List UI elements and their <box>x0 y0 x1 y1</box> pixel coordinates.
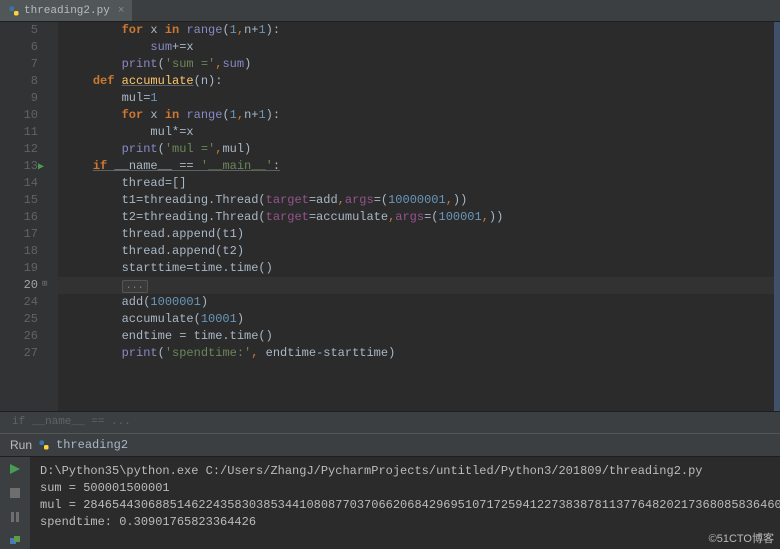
run-toolbar <box>0 457 30 549</box>
run-panel-header: Run threading2 <box>0 433 780 457</box>
code-line[interactable]: starttime=time.time() <box>58 260 774 277</box>
code-line[interactable]: for x in range(1,n+1): <box>58 22 774 39</box>
python-file-icon <box>8 5 20 17</box>
code-line[interactable]: endtime = time.time() <box>58 328 774 345</box>
code-line[interactable]: print('mul =',mul) <box>58 141 774 158</box>
code-line[interactable]: sum+=x <box>58 39 774 56</box>
line-number[interactable]: 15 <box>0 192 38 209</box>
code-line[interactable]: add(1000001) <box>58 294 774 311</box>
code-line[interactable]: for x in range(1,n+1): <box>58 107 774 124</box>
line-number[interactable]: 11 <box>0 124 38 141</box>
tab-filename: threading2.py <box>24 5 110 17</box>
fold-expand-icon[interactable]: ⊞ <box>42 279 47 289</box>
line-number[interactable]: 24 <box>0 294 38 311</box>
line-number[interactable]: 27 <box>0 345 38 362</box>
line-number[interactable]: 10 <box>0 107 38 124</box>
pause-button[interactable] <box>7 509 23 525</box>
file-tab[interactable]: threading2.py × <box>0 0 133 21</box>
editor-tab-bar: threading2.py × <box>0 0 780 22</box>
gutter: 56789101112▶13141516171819 ⊞ 2024252627 <box>0 22 58 411</box>
line-number[interactable]: 16 <box>0 209 38 226</box>
line-number[interactable]: 18 <box>0 243 38 260</box>
code-line[interactable]: thread.append(t2) <box>58 243 774 260</box>
run-config-name: threading2 <box>56 438 128 452</box>
line-number[interactable]: 17 <box>0 226 38 243</box>
code-area[interactable]: for x in range(1,n+1): sum+=x print('sum… <box>58 22 774 411</box>
line-number[interactable]: 26 <box>0 328 38 345</box>
close-tab-icon[interactable]: × <box>118 5 125 17</box>
stop-button[interactable] <box>7 485 23 501</box>
line-number[interactable]: 5 <box>0 22 38 39</box>
code-line[interactable]: mul=1 <box>58 90 774 107</box>
console-output[interactable]: D:\Python35\python.exe C:/Users/ZhangJ/P… <box>30 457 780 549</box>
code-line[interactable]: thread.append(t1) <box>58 226 774 243</box>
python-run-icon <box>38 439 50 451</box>
run-label: Run <box>10 438 32 452</box>
line-number[interactable]: 12 <box>0 141 38 158</box>
line-number[interactable]: 9 <box>0 90 38 107</box>
code-line[interactable]: mul*=x <box>58 124 774 141</box>
restart-button[interactable] <box>7 533 23 549</box>
line-number[interactable]: 20 <box>0 277 38 294</box>
line-number[interactable]: 6 <box>0 39 38 56</box>
code-line[interactable]: print('spendtime:', endtime-starttime) <box>58 345 774 362</box>
run-panel: D:\Python35\python.exe C:/Users/ZhangJ/P… <box>0 457 780 549</box>
rerun-button[interactable] <box>7 461 23 477</box>
code-line[interactable]: ... <box>58 277 774 294</box>
code-line[interactable]: accumulate(10001) <box>58 311 774 328</box>
code-editor[interactable]: 56789101112▶13141516171819 ⊞ 2024252627 fo… <box>0 22 780 411</box>
line-number[interactable]: 25 <box>0 311 38 328</box>
code-line[interactable]: t2=threading.Thread(target=accumulate,ar… <box>58 209 774 226</box>
line-number[interactable] <box>0 362 38 379</box>
code-line[interactable]: print('sum =',sum) <box>58 56 774 73</box>
code-line[interactable] <box>58 362 774 379</box>
line-number[interactable]: 8 <box>0 73 38 90</box>
line-number[interactable]: 19 <box>0 260 38 277</box>
line-number[interactable]: 13 <box>0 158 38 175</box>
code-line[interactable]: thread=[] <box>58 175 774 192</box>
line-number[interactable]: 7 <box>0 56 38 73</box>
run-gutter-icon[interactable]: ▶ <box>38 161 44 173</box>
line-number[interactable]: 14 <box>0 175 38 192</box>
code-line[interactable]: t1=threading.Thread(target=add,args=(100… <box>58 192 774 209</box>
watermark: ©51CTO博客 <box>709 530 774 546</box>
code-line[interactable]: if __name__ == '__main__': <box>58 158 774 175</box>
code-line[interactable]: def accumulate(n): <box>58 73 774 90</box>
breadcrumb[interactable]: if __name__ == ... <box>0 411 780 433</box>
